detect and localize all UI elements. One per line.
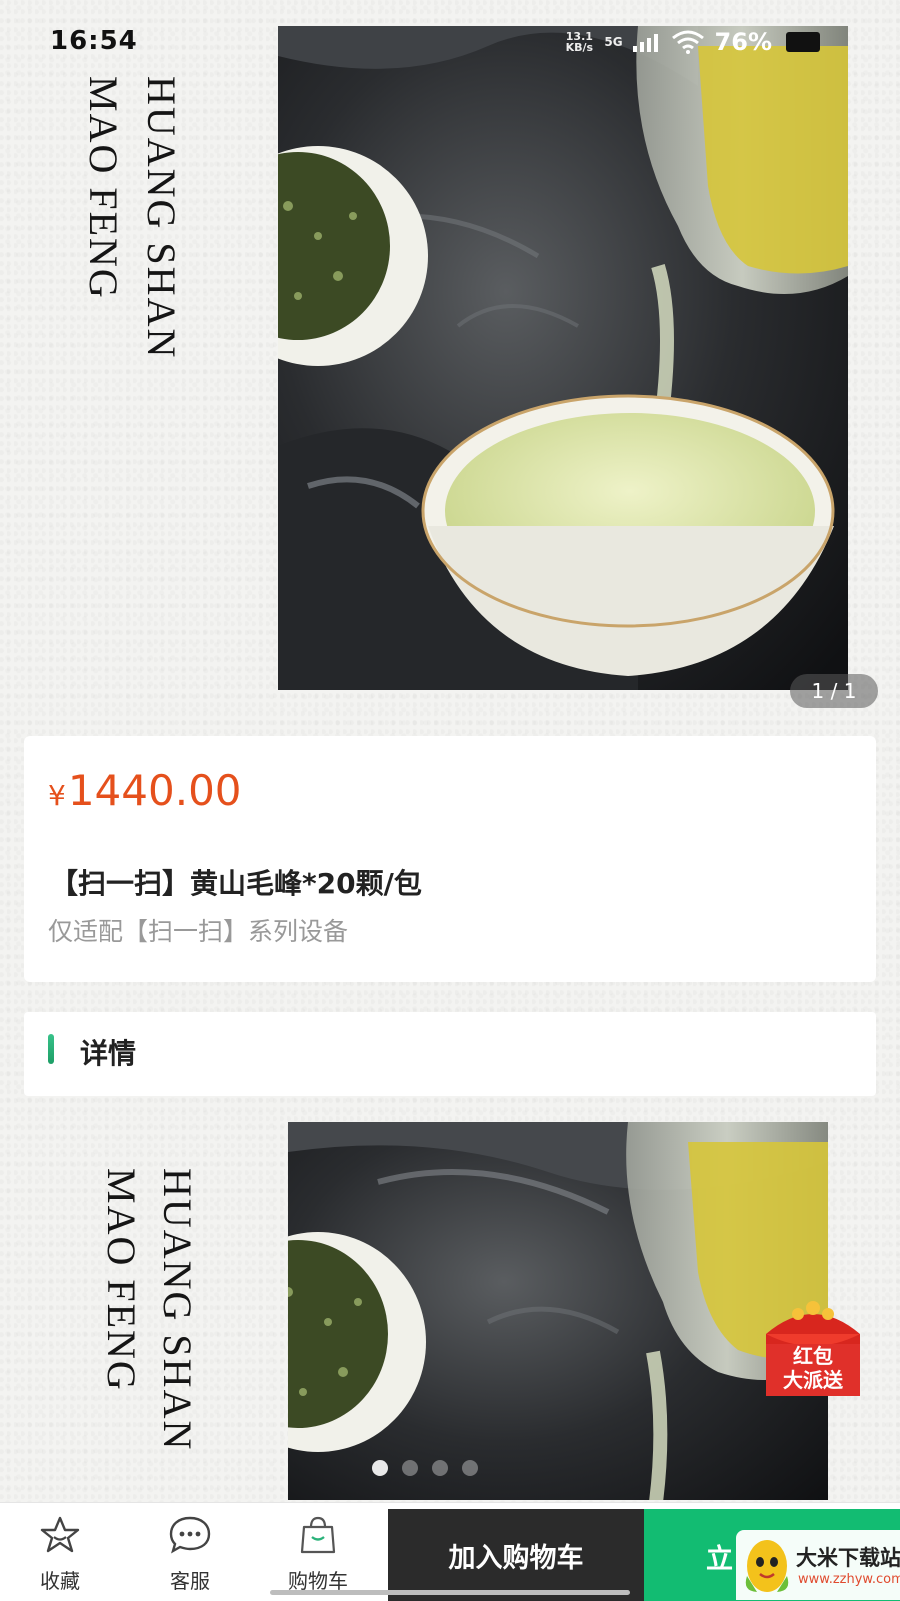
details-heading: 详情 xyxy=(80,1037,137,1070)
image-counter: 1 / 1 xyxy=(790,674,878,708)
section-accent-bar xyxy=(48,1034,54,1064)
corn-mascot-icon xyxy=(745,1540,789,1592)
site-watermark: 大米下载站 www.zzhyw.com xyxy=(736,1530,900,1600)
status-icons: 13.1 KB/s 5G 76% xyxy=(564,28,820,56)
watermark-url: www.zzhyw.com xyxy=(798,1572,900,1587)
currency-symbol: ¥ xyxy=(48,779,66,812)
buy-now-label: 立 xyxy=(706,1544,733,1575)
carousel-dot[interactable] xyxy=(402,1460,418,1476)
red-packet-label-line1: 红包 xyxy=(793,1344,833,1368)
favorite-button[interactable]: 收藏 xyxy=(0,1503,120,1601)
status-time: 16:54 xyxy=(50,26,138,56)
product-title: 【扫一扫】黄山毛峰*20颗/包 xyxy=(50,867,422,900)
red-packet-badge[interactable]: 红包 大派送 xyxy=(758,1300,868,1400)
hero-title-line2: MAO FENG xyxy=(81,76,126,300)
detail-title-line2: MAO FENG xyxy=(99,1168,144,1392)
detail-title-line1: HUANG SHAN xyxy=(155,1168,200,1452)
tea-pour-photo-detail xyxy=(288,1122,828,1500)
net-speed: 13.1 KB/s xyxy=(565,30,594,54)
red-packet-label: 红包 大派送 xyxy=(758,1344,868,1392)
watermark-name: 大米下载站 xyxy=(796,1546,900,1570)
battery-percent: 76% xyxy=(714,28,772,56)
detail-image-block[interactable]: HUANG SHAN MAO FENG xyxy=(24,1100,876,1500)
carousel-dot[interactable] xyxy=(432,1460,448,1476)
star-icon xyxy=(40,1516,80,1553)
signal-icon xyxy=(632,34,658,52)
red-packet-label-line2: 大派送 xyxy=(783,1368,843,1392)
cart-button[interactable]: 购物车 xyxy=(258,1503,378,1601)
product-card: ¥1440.00 【扫一扫】黄山毛峰*20颗/包 仅适配【扫一扫】系列设备 xyxy=(24,736,876,982)
carousel-dot[interactable] xyxy=(372,1460,388,1476)
network-type: 5G xyxy=(604,35,623,49)
wifi-icon xyxy=(671,30,704,54)
battery-icon xyxy=(786,32,820,52)
customer-service-button[interactable]: 客服 xyxy=(130,1503,250,1601)
hero-title-line1: HUANG SHAN xyxy=(139,76,184,360)
detail-image xyxy=(288,1122,828,1500)
details-header: 详情 xyxy=(24,1012,876,1096)
carousel-dot[interactable] xyxy=(462,1460,478,1476)
price: ¥1440.00 xyxy=(48,766,242,815)
favorite-label: 收藏 xyxy=(40,1569,80,1593)
home-indicator xyxy=(270,1590,630,1595)
product-subtitle: 仅适配【扫一扫】系列设备 xyxy=(48,917,349,946)
shopping-bag-icon xyxy=(300,1516,336,1554)
chat-bubble-icon xyxy=(169,1516,211,1554)
hero-image[interactable] xyxy=(278,26,848,690)
customer-service-label: 客服 xyxy=(170,1569,210,1593)
price-value: 1440.00 xyxy=(67,766,242,815)
tea-pour-photo xyxy=(278,26,848,690)
add-to-cart-button[interactable]: 加入购物车 xyxy=(388,1509,644,1601)
carousel-dots xyxy=(372,1460,478,1476)
